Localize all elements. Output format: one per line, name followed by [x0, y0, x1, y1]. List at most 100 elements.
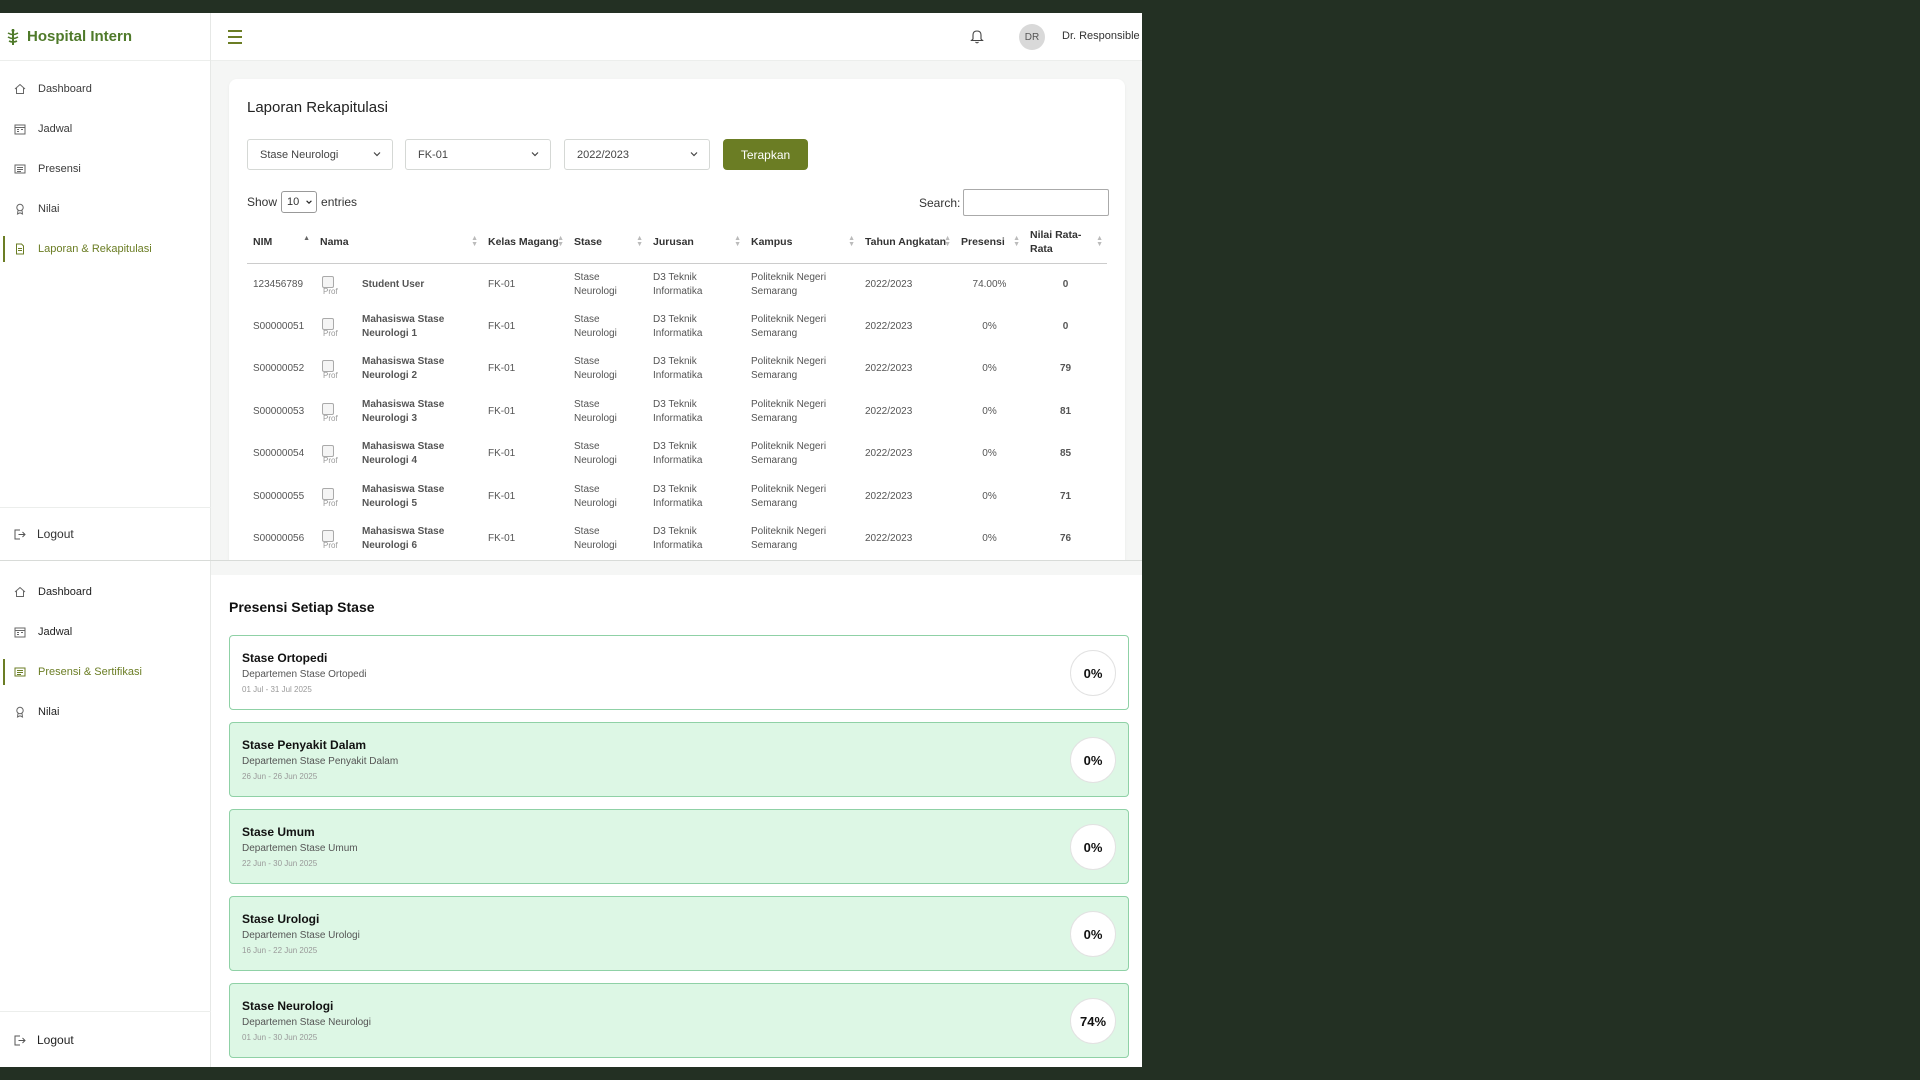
cell-stase: Stase Neurologi	[574, 398, 617, 424]
sidebar-item-nilai[interactable]: Nilai	[0, 189, 210, 229]
col-header-kampus[interactable]: Kampus ▲ ▼	[745, 221, 859, 264]
laporan-window: Hospital Intern Dashboard Jadwal Presens…	[0, 13, 1142, 560]
stase-name: Stase Neurologi	[242, 999, 334, 1013]
stase-filter-value: Stase Neurologi	[260, 148, 339, 161]
sidebar-item-presensi-sertifikasi[interactable]: Presensi & Sertifikasi	[0, 652, 210, 692]
cell-nim: S00000056	[253, 533, 305, 545]
col-header-label: NIM	[253, 235, 273, 248]
stase-attendance-percent: 0%	[1070, 911, 1116, 957]
cell-nim: S00000054	[253, 448, 305, 460]
sidebar-item-dashboard[interactable]: Dashboard	[0, 572, 210, 612]
logout-label: Logout	[37, 1033, 74, 1047]
stase-card[interactable]: Stase Penyakit Dalam Departemen Stase Pe…	[229, 722, 1129, 797]
col-header-label: Stase	[574, 235, 603, 248]
caduceus-icon	[7, 28, 19, 45]
sort-icon: ▲ ▼	[734, 235, 741, 248]
col-header-nim[interactable]: NIM ▲	[247, 221, 314, 264]
sidebar-item-jadwal[interactable]: Jadwal	[0, 612, 210, 652]
document-icon	[13, 242, 27, 256]
entries-select[interactable]: 10	[281, 191, 318, 213]
table-row: 123456789 Student User FK-01 Stase Neuro…	[247, 263, 1107, 306]
tahun-filter-select[interactable]: 2022/2023	[564, 139, 710, 170]
col-header-label: Jurusan	[653, 235, 694, 248]
calendar-icon	[13, 122, 27, 136]
tahun-filter-value: 2022/2023	[577, 148, 629, 161]
section-title: Presensi Setiap Stase	[229, 599, 375, 615]
profile-image-placeholder	[320, 358, 346, 383]
user-name[interactable]: Dr. Responsible	[1062, 30, 1140, 42]
brand-name: Hospital Intern	[27, 28, 133, 45]
cell-jurusan: D3 Teknik Informatika	[653, 398, 703, 424]
cell-nama: Mahasiswa Stase Neurologi 5	[314, 476, 482, 519]
chevron-down-icon	[689, 149, 699, 162]
col-header-jurusan[interactable]: Jurusan ▲ ▼	[647, 221, 745, 264]
list-icon	[13, 162, 27, 176]
home-icon	[13, 585, 27, 599]
cell-nim: S00000053	[253, 405, 305, 417]
cell-nama: Student User	[314, 263, 482, 306]
stase-department: Departemen Stase Umum	[242, 843, 358, 854]
cell-kampus: Politeknik Negeri Semarang	[751, 313, 827, 339]
sidebar-item-label: Nilai	[38, 706, 60, 718]
bell-icon[interactable]	[967, 25, 987, 47]
student-name: Mahasiswa Stase Neurologi 5	[362, 483, 445, 509]
col-header-nama[interactable]: Nama ▲ ▼	[314, 221, 482, 264]
logout-label: Logout	[37, 527, 74, 541]
sort-icon: ▲ ▼	[848, 235, 855, 248]
cell-kelas: FK-01	[488, 278, 516, 290]
kelas-filter-value: FK-01	[418, 148, 448, 161]
cell-nama: Mahasiswa Stase Neurologi 2	[314, 348, 482, 391]
profile-image-placeholder	[320, 528, 346, 553]
sidebar-item-laporan[interactable]: Laporan & Rekapitulasi	[0, 229, 210, 269]
hamburger-menu-icon[interactable]	[228, 30, 242, 44]
avatar[interactable]: DR	[1019, 24, 1045, 50]
stase-card[interactable]: Stase Umum Departemen Stase Umum 22 Jun …	[229, 809, 1129, 884]
search-input[interactable]	[963, 189, 1110, 216]
cell-kampus: Politeknik Negeri Semarang	[751, 398, 827, 424]
cell-presensi: 74.00%	[972, 278, 1007, 290]
logout-button[interactable]: Logout	[0, 507, 211, 560]
sidebar-item-nilai[interactable]: Nilai	[0, 692, 210, 732]
col-header-label: Tahun Angkatan	[865, 235, 947, 248]
sort-icon: ▲ ▼	[636, 235, 643, 248]
stase-card[interactable]: Stase Urologi Departemen Stase Urologi 1…	[229, 896, 1129, 971]
col-header-kelas[interactable]: Kelas Magang ▲ ▼	[482, 221, 568, 264]
cell-stase: Stase Neurologi	[574, 356, 617, 382]
student-name: Mahasiswa Stase Neurologi 2	[362, 356, 445, 382]
col-header-tahun[interactable]: Tahun Angkatan ▲ ▼	[859, 221, 955, 264]
table-header-row: NIM ▲ Nama ▲ ▼ Kelas Magang ▲ ▼ Stase ▲ ▼ Jurus…	[247, 221, 1107, 264]
chevron-down-icon	[305, 197, 313, 209]
stase-card[interactable]: Stase Neurologi Departemen Stase Neurolo…	[229, 983, 1129, 1058]
stase-date-range: 01 Jun - 30 Jun 2025	[242, 1033, 318, 1042]
cell-nim: S00000055	[253, 490, 305, 502]
cell-kampus: Politeknik Negeri Semarang	[751, 356, 827, 382]
stase-card[interactable]: Stase Ortopedi Departemen Stase Ortopedi…	[229, 635, 1129, 710]
stase-filter-select[interactable]: Stase Neurologi	[247, 139, 393, 170]
col-header-stase[interactable]: Stase ▲ ▼	[568, 221, 647, 264]
cell-nama: Mahasiswa Stase Neurologi 4	[314, 433, 482, 476]
stase-attendance-percent: 74%	[1070, 998, 1116, 1044]
cell-nilai: 79	[1059, 363, 1072, 375]
col-header-label: Nama	[320, 235, 349, 248]
sidebar-item-label: Presensi	[38, 163, 81, 175]
logout-button[interactable]: Logout	[0, 1011, 211, 1067]
col-header-nilai[interactable]: Nilai Rata-Rata ▲ ▼	[1024, 221, 1107, 264]
cell-nilai: 0	[1062, 320, 1069, 332]
kelas-filter-select[interactable]: FK-01	[405, 139, 551, 170]
search-label: Search:	[919, 195, 961, 210]
sidebar-item-presensi[interactable]: Presensi	[0, 149, 210, 189]
sidebar-item-jadwal[interactable]: Jadwal	[0, 109, 210, 149]
apply-filter-button[interactable]: Terapkan	[723, 139, 808, 170]
student-name: Student User	[362, 278, 425, 290]
entries-value: 10	[287, 196, 300, 208]
stase-date-range: 16 Jun - 22 Jun 2025	[242, 946, 318, 955]
cell-nilai: 85	[1059, 448, 1072, 460]
cell-nim: S00000052	[253, 363, 305, 375]
calendar-icon	[13, 625, 27, 639]
cell-nama: Mahasiswa Stase Neurologi 3	[314, 391, 482, 434]
sidebar-item-dashboard[interactable]: Dashboard	[0, 69, 210, 109]
brand[interactable]: Hospital Intern	[0, 13, 210, 61]
col-header-presensi[interactable]: Presensi ▲ ▼	[955, 221, 1024, 264]
cell-tahun: 2022/2023	[865, 363, 913, 375]
table-search: Search:	[919, 189, 1110, 216]
